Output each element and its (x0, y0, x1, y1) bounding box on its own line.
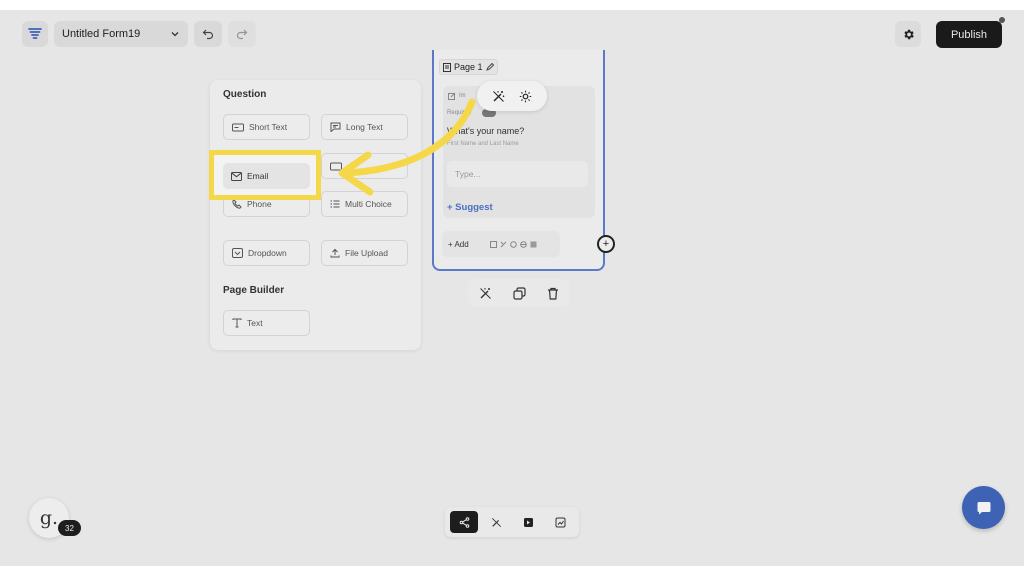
share-icon (459, 516, 469, 528)
share-tab[interactable] (450, 511, 478, 533)
magic-tab[interactable] (482, 511, 510, 533)
analytics-tab[interactable] (546, 511, 574, 533)
preview-tab[interactable] (514, 511, 542, 533)
chat-button[interactable] (962, 486, 1005, 529)
top-margin (0, 0, 1024, 10)
bottom-toolbar (445, 507, 579, 537)
avatar-badge: 32 (58, 520, 81, 536)
canvas: Untitled Form19 Publish Question Short T… (0, 10, 1024, 566)
chat-icon (977, 501, 990, 514)
bottom-margin (0, 566, 1024, 576)
chart-icon (555, 517, 565, 527)
preview-icon (523, 517, 533, 527)
magic-wand-icon (491, 517, 501, 527)
tutorial-arrow (338, 98, 476, 196)
